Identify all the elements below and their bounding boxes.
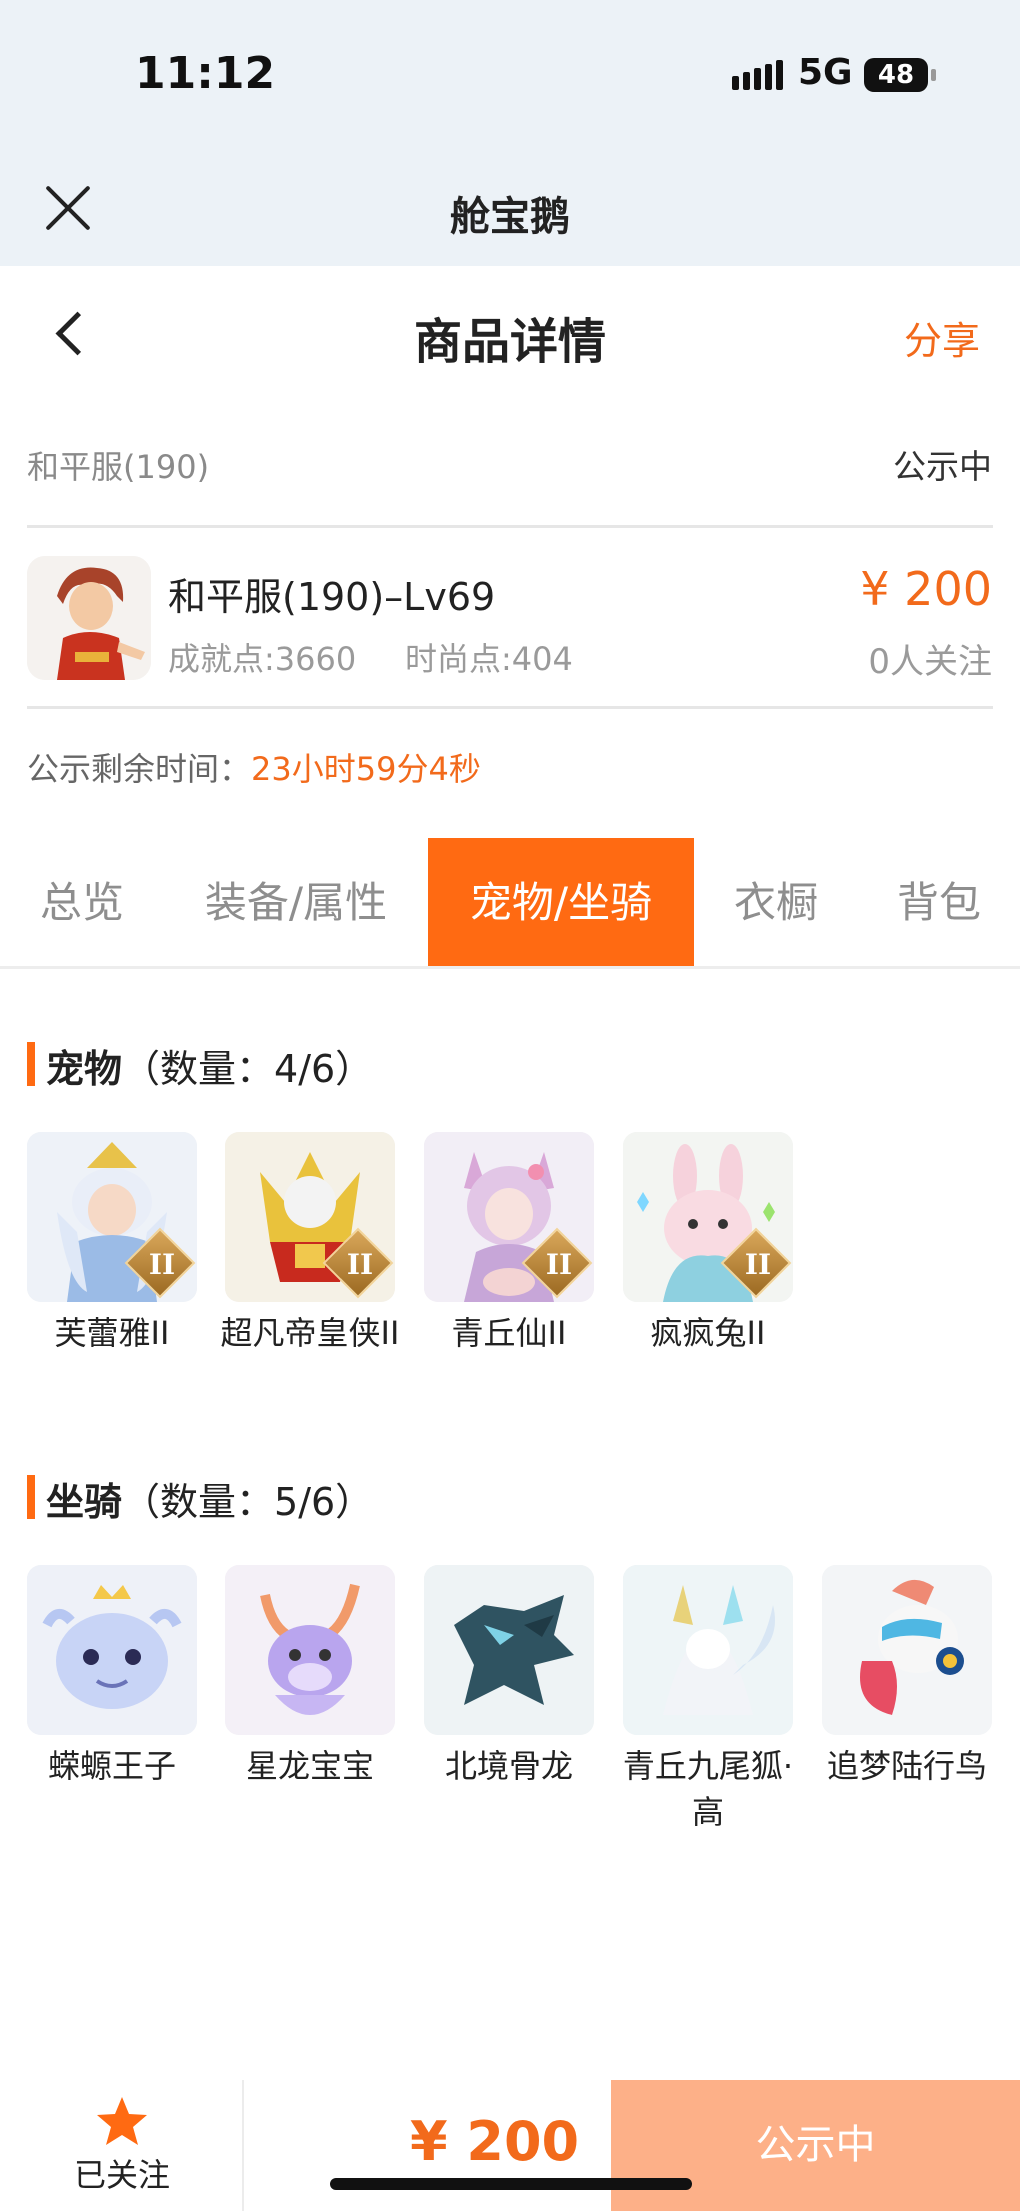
signal-icon [732, 60, 787, 90]
page-title: 商品详情 [413, 314, 606, 370]
mount-item[interactable]: 蝾螈王子 [27, 1565, 197, 1789]
share-button[interactable]: 分享 [904, 310, 980, 365]
network-type: 5G [798, 52, 853, 93]
mount-item[interactable]: 青丘九尾狐·高 [623, 1565, 793, 1835]
rank-label: II [545, 1248, 573, 1281]
pet-name: 青丘仙II [451, 1314, 567, 1352]
nine-tail-fox-mount-icon [623, 1565, 793, 1735]
bottom-price: ¥ 200 [410, 2110, 580, 2173]
remaining-time: 公示剩余时间：23小时59分4秒 [27, 744, 481, 790]
mount-name: 北境骨龙 [444, 1747, 573, 1785]
achievement-points: 成就点:3660 [168, 640, 357, 678]
bottom-divider [242, 2080, 244, 2211]
pet-name: 疯疯兔II [650, 1314, 766, 1352]
dream-bird-mount-icon [822, 1565, 992, 1735]
tab-overview[interactable]: 总览 [0, 838, 164, 968]
mount-name: 追梦陆行鸟 [826, 1747, 987, 1785]
mount-name: 蝾螈王子 [47, 1747, 176, 1785]
tab-divider [0, 966, 1020, 969]
mounts-count: （数量：5/6） [122, 1480, 374, 1524]
tab-wardrobe[interactable]: 衣橱 [694, 838, 858, 968]
server-name: 和平服(190) [27, 448, 210, 486]
fox-fairy-pet-icon: II [424, 1132, 594, 1302]
pets-section-title: 宠物（数量：4/6） [46, 1038, 373, 1093]
divider [27, 706, 993, 709]
mounts-section-title: 坐骑（数量：5/6） [46, 1471, 373, 1526]
baby-dragon-mount-icon [225, 1565, 395, 1735]
divider [27, 525, 993, 528]
mount-item[interactable]: 星龙宝宝 [225, 1565, 395, 1789]
listing-status: 公示中 [893, 447, 992, 486]
pets-title: 宠物 [46, 1047, 123, 1091]
pet-item[interactable]: II 超凡帝皇侠II [221, 1132, 399, 1356]
pet-item[interactable]: II 疯疯兔II [623, 1132, 793, 1356]
mount-name: 青丘九尾狐·高 [622, 1747, 794, 1831]
battery-icon: 48 [864, 58, 936, 92]
pets-count: （数量：4/6） [122, 1047, 374, 1091]
mini-app-title: 舱宝鹅 [450, 194, 570, 240]
bone-dragon-mount-icon [424, 1565, 594, 1735]
section-marker [27, 1042, 35, 1086]
mount-item[interactable]: 追梦陆行鸟 [822, 1565, 992, 1789]
section-marker [27, 1475, 35, 1519]
pet-name: 芙蕾雅II [54, 1314, 170, 1352]
character-name: 和平服(190)–Lv69 [168, 575, 496, 619]
rank-label: II [148, 1248, 176, 1281]
star-icon[interactable] [94, 2094, 150, 2150]
character-avatar [27, 556, 151, 680]
axolotl-mount-icon [27, 1565, 197, 1735]
pet-item[interactable]: II 青丘仙II [424, 1132, 594, 1356]
remaining-time-value: 23小时59分4秒 [251, 750, 481, 788]
tab-bar: 总览 装备/属性 宠物/坐骑 衣橱 背包 [0, 838, 1020, 968]
golden-armor-pet-icon: II [225, 1132, 395, 1302]
tab-backpack[interactable]: 背包 [858, 838, 1020, 968]
fashion-points: 时尚点:404 [405, 640, 573, 678]
mount-name: 星龙宝宝 [245, 1747, 374, 1785]
home-indicator[interactable] [330, 2178, 692, 2190]
rank-label: II [346, 1248, 374, 1281]
mount-item[interactable]: 北境骨龙 [424, 1565, 594, 1789]
follow-button[interactable]: 已关注 [60, 2150, 184, 2196]
status-time: 11:12 [135, 48, 276, 99]
pet-item[interactable]: II 芙蕾雅II [27, 1132, 197, 1356]
tab-pets-mounts[interactable]: 宠物/坐骑 [428, 838, 694, 968]
rabbit-pet-icon: II [623, 1132, 793, 1302]
tab-equipment[interactable]: 装备/属性 [164, 838, 428, 968]
listing-price: ¥ 200 [860, 562, 992, 616]
pet-name: 超凡帝皇侠II [220, 1314, 400, 1352]
fairy-pet-icon: II [27, 1132, 197, 1302]
mounts-title: 坐骑 [46, 1480, 123, 1524]
follower-count: 0人关注 [868, 642, 992, 682]
publicity-status-button[interactable]: 公示中 [611, 2080, 1020, 2211]
remaining-time-label: 公示剩余时间： [27, 750, 252, 788]
rank-label: II [744, 1248, 772, 1281]
